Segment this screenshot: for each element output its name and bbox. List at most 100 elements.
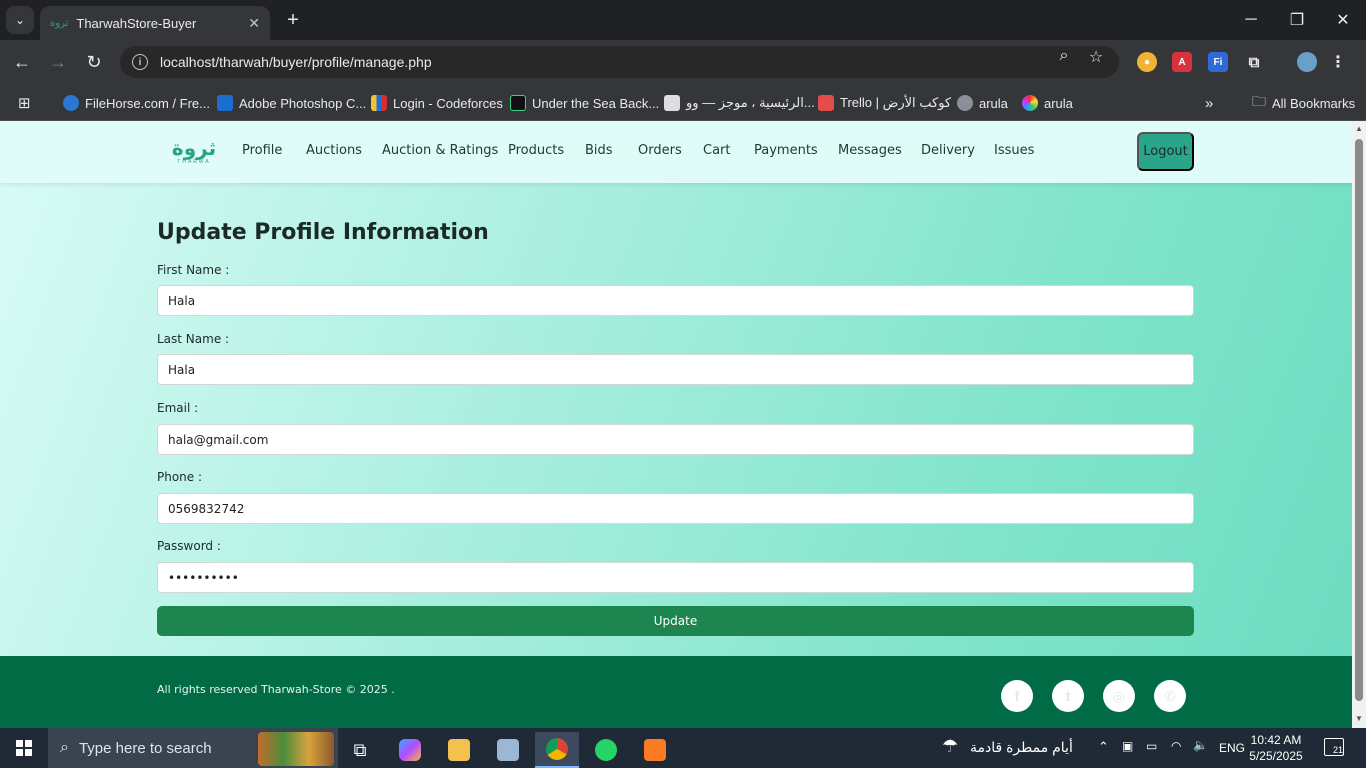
update-button[interactable]: Update <box>157 606 1194 636</box>
extensions-puzzle-icon[interactable]: ⧉ <box>1244 52 1264 72</box>
facebook-icon[interactable]: f <box>1001 680 1033 712</box>
nav-delivery[interactable]: Delivery <box>921 143 975 158</box>
copilot-icon[interactable] <box>388 732 432 768</box>
email-label: Email : <box>157 401 199 415</box>
scroll-down-arrow-icon[interactable]: ▼ <box>1354 714 1364 723</box>
under-the-sea-icon <box>510 95 526 111</box>
scroll-up-arrow-icon[interactable]: ▲ <box>1354 124 1364 133</box>
password-input[interactable] <box>157 562 1194 593</box>
notification-center-icon[interactable]: 21 <box>1324 738 1344 756</box>
language-indicator[interactable]: ENG <box>1219 741 1245 755</box>
minimize-icon[interactable]: ─ <box>1228 0 1274 40</box>
task-view-icon[interactable]: ⧉ <box>338 732 382 768</box>
chrome-taskbar-icon[interactable] <box>535 732 579 768</box>
arula-gear-icon <box>957 95 973 111</box>
photos-app-icon[interactable] <box>486 732 530 768</box>
instagram-icon[interactable]: ◎ <box>1103 680 1135 712</box>
password-label: Password : <box>157 539 221 553</box>
nav-auctions[interactable]: Auctions <box>306 143 362 158</box>
nav-products[interactable]: Products <box>508 143 564 158</box>
notification-count: 21 <box>1332 745 1343 755</box>
address-bar[interactable]: i localhost/tharwah/buyer/profile/manage… <box>120 46 1119 78</box>
site-info-icon[interactable]: i <box>132 54 148 70</box>
reload-icon[interactable]: ↻ <box>80 48 108 76</box>
tab-favicon: ثروة <box>50 17 69 29</box>
nav-bids[interactable]: Bids <box>585 143 613 158</box>
bookmark-star-icon[interactable]: ☆ <box>1086 47 1106 67</box>
nav-payments[interactable]: Payments <box>754 143 818 158</box>
chrome-menu-icon[interactable]: ⋮ <box>1328 52 1348 72</box>
bookmark-arula-2[interactable]: arula <box>1022 93 1073 113</box>
file-explorer-icon[interactable] <box>437 732 481 768</box>
bookmark-trello[interactable]: Trello | كوكب الأرض <box>818 93 951 113</box>
phone-input[interactable] <box>157 493 1194 524</box>
copyright-text: All rights reserved Tharwah-Store © 2025… <box>157 683 395 696</box>
apps-grid-icon[interactable]: ⊞ <box>18 93 31 113</box>
whatsapp-taskbar-icon[interactable] <box>584 732 628 768</box>
page-scrollbar[interactable]: ▲ ▼ <box>1352 121 1366 728</box>
close-window-icon[interactable]: ✕ <box>1320 0 1366 40</box>
more-bookmarks-chevron-icon[interactable]: » <box>1205 93 1213 113</box>
nav-profile[interactable]: Profile <box>242 143 282 158</box>
arula-color-icon <box>1022 95 1038 111</box>
tab-search-chevron-icon[interactable]: ⌄ <box>6 6 34 34</box>
bookmark-under-the-sea[interactable]: Under the Sea Back... <box>510 93 659 113</box>
nav-orders[interactable]: Orders <box>638 143 682 158</box>
tharwa-logo[interactable]: ثروة THARWA <box>170 137 218 173</box>
search-icon: ⌕ <box>60 739 69 756</box>
forward-arrow-icon[interactable]: → <box>44 48 72 76</box>
photoshop-link-icon <box>217 95 233 111</box>
clock-date: 5/25/2025 <box>1249 749 1303 763</box>
all-bookmarks[interactable]: 🗀 All Bookmarks <box>1252 93 1355 113</box>
nav-issues[interactable]: Issues <box>994 143 1034 158</box>
restore-icon[interactable]: ❐ <box>1274 0 1320 40</box>
nav-auction-ratings[interactable]: Auction & Ratings <box>382 143 498 158</box>
taskbar-clock[interactable]: 10:42 AM 5/25/2025 <box>1244 732 1308 764</box>
email-input[interactable] <box>157 424 1194 455</box>
taskbar-search-placeholder: Type here to search <box>78 739 212 757</box>
first-name-input[interactable] <box>157 285 1194 316</box>
page-viewport: ثروة THARWA Profile Auctions Auction & R… <box>0 121 1352 728</box>
browser-toolbar: ← → ↻ i localhost/tharwah/buyer/profile/… <box>0 40 1366 84</box>
weather-umbrella-icon[interactable]: ☂ <box>942 736 958 757</box>
bookmark-arula-1[interactable]: arula <box>957 93 1008 113</box>
windows-logo-icon <box>16 740 32 756</box>
bookmark-filehorse[interactable]: FileHorse.com / Fre... <box>63 93 210 113</box>
new-tab-plus-icon[interactable]: + <box>282 8 304 32</box>
windows-taskbar: ⌕ Type here to search ⧉ ☂ أيام ممطرة قاد… <box>0 728 1366 768</box>
wifi-icon[interactable]: ◠ <box>1171 739 1181 753</box>
xampp-icon[interactable] <box>633 732 677 768</box>
tab-title: TharwahStore-Buyer <box>76 15 197 31</box>
battery-icon[interactable]: ▭ <box>1146 739 1157 753</box>
back-arrow-icon[interactable]: ← <box>8 48 36 76</box>
extension-pdf-icon[interactable]: A <box>1172 52 1192 72</box>
camera-icon[interactable]: ▣ <box>1122 739 1133 753</box>
zoom-search-icon[interactable]: ⌕ <box>1054 47 1074 65</box>
nav-cart[interactable]: Cart <box>703 143 731 158</box>
bookmark-codeforces[interactable]: Login - Codeforces <box>371 93 503 113</box>
last-name-input[interactable] <box>157 354 1194 385</box>
bookmark-photoshop[interactable]: Adobe Photoshop C... <box>217 93 366 113</box>
nav-messages[interactable]: Messages <box>838 143 902 158</box>
search-highlight-image[interactable] <box>258 732 334 766</box>
page-title: Update Profile Information <box>157 220 489 245</box>
whatsapp-icon[interactable]: ✆ <box>1154 680 1186 712</box>
profile-avatar[interactable] <box>1297 52 1317 72</box>
twitter-icon[interactable]: t <box>1052 680 1084 712</box>
trello-icon <box>818 95 834 111</box>
bookmark-arabic-news[interactable]: الرئيسية ، موجز — وو... <box>664 93 815 113</box>
volume-icon[interactable]: 🔈 <box>1193 738 1208 752</box>
scrollbar-thumb[interactable] <box>1355 139 1363 701</box>
extension-fi-icon[interactable]: Fi <box>1208 52 1228 72</box>
weather-text[interactable]: أيام ممطرة قادمة <box>970 739 1073 756</box>
tab-close-icon[interactable]: ✕ <box>248 15 260 32</box>
logout-button[interactable]: Logout <box>1137 132 1194 171</box>
site-navbar: ثروة THARWA Profile Auctions Auction & R… <box>0 121 1352 183</box>
site-footer: All rights reserved Tharwah-Store © 2025… <box>0 656 1352 728</box>
browser-tab-active[interactable]: ثروة TharwahStore-Buyer ✕ <box>40 6 270 40</box>
last-name-label: Last Name : <box>157 332 230 346</box>
phone-label: Phone : <box>157 470 203 484</box>
extension-colorzilla-icon[interactable]: ● <box>1137 52 1157 72</box>
tray-chevron-up-icon[interactable]: ⌃ <box>1098 739 1109 755</box>
start-button[interactable] <box>0 728 48 768</box>
